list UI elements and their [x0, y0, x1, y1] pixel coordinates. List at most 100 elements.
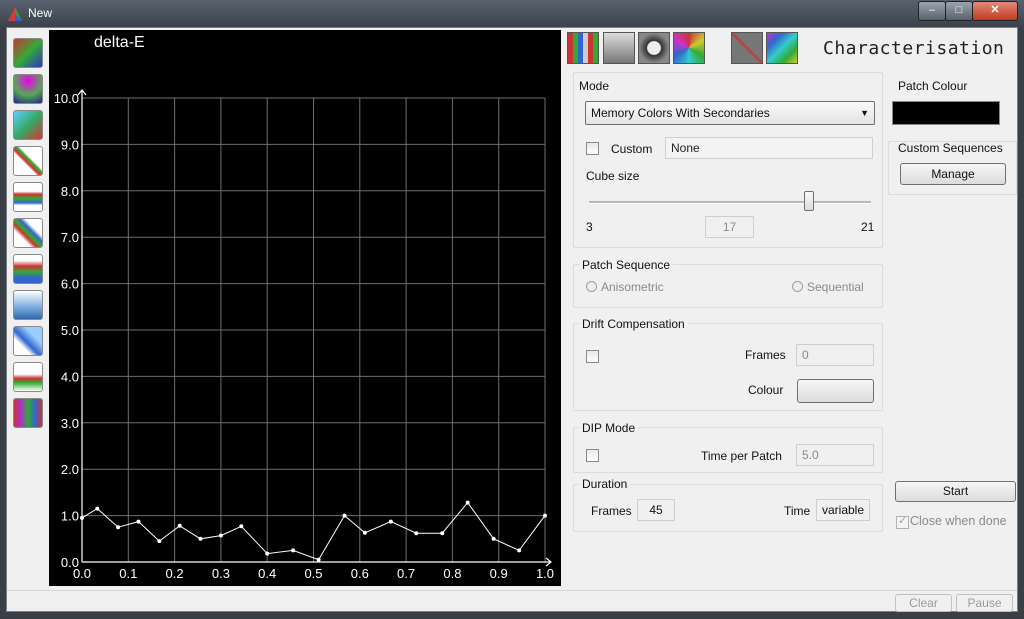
app-window: New ‒ □ ✕ delta-E 0.0 0.1 0.2 0.3 0.4 0.5 0.6 0… — [0, 0, 1024, 619]
patch-colour-label: Patch Colour — [898, 79, 968, 93]
data-point — [388, 519, 393, 524]
cube-tool-button[interactable] — [13, 110, 43, 140]
drift-frames-field[interactable]: 0 — [796, 344, 874, 366]
drift-colour-button[interactable] — [797, 379, 874, 403]
cube-size-slider-track[interactable] — [589, 201, 871, 204]
window-title: New — [28, 6, 53, 20]
anisometric-radio[interactable] — [586, 281, 597, 292]
title-bar[interactable]: New ‒ □ ✕ — [0, 0, 1024, 27]
drift-compensation-checkbox[interactable] — [586, 350, 599, 363]
x-tick-label: 0.5 — [304, 566, 322, 581]
close-when-done-checkbox[interactable]: ✓ — [896, 515, 909, 529]
mode-select-value: Memory Colors With Secondaries — [591, 106, 770, 120]
close-when-done-label: Close when done — [910, 514, 1007, 528]
data-point — [362, 530, 367, 535]
y-tick-label: 3.0 — [61, 416, 79, 431]
data-point — [342, 513, 347, 518]
panel-title: Characterisation — [823, 38, 1005, 59]
clear-button-label: Clear — [909, 596, 938, 610]
duration-time-label: Time — [784, 504, 811, 518]
data-point — [291, 548, 296, 553]
crossed-tools-button[interactable] — [731, 32, 763, 64]
x-tick-label: 0.6 — [351, 566, 369, 581]
grid-layer — [81, 97, 546, 563]
dip-mode-checkbox[interactable] — [586, 449, 599, 462]
x-tick-label: 1.0 — [536, 566, 554, 581]
custom-sequence-field[interactable]: None — [665, 137, 873, 159]
cube-size-value-field: 17 — [705, 216, 754, 238]
chart-title: delta-E — [94, 34, 145, 51]
duration-frames-value: 45 — [649, 503, 663, 517]
x-tick-label: 0.9 — [490, 566, 508, 581]
time-per-patch-value: 5.0 — [802, 448, 819, 462]
y-tick-label: 5.0 — [61, 323, 79, 338]
rgb-balance-tool-button[interactable] — [13, 254, 43, 284]
y-tick-label: 6.0 — [61, 277, 79, 292]
close-button[interactable]: ✕ — [972, 1, 1018, 21]
calibration-patches-button[interactable] — [567, 32, 599, 64]
bottom-bar: Clear Pause — [7, 590, 1017, 613]
maximize-button[interactable]: □ — [945, 1, 973, 21]
x-tick-label: 0.8 — [443, 566, 461, 581]
y-tick-label: 0.0 — [61, 555, 79, 570]
cube-size-slider-thumb[interactable] — [803, 191, 814, 211]
custom-checkbox[interactable] — [586, 142, 599, 155]
tone-curve-tool-button[interactable] — [13, 146, 43, 176]
start-button[interactable]: Start — [895, 481, 1016, 502]
manage-button-label: Manage — [931, 167, 975, 181]
cube-size-min: 3 — [586, 220, 593, 234]
time-per-patch-field[interactable]: 5.0 — [796, 444, 874, 466]
chevron-down-icon: ▼ — [860, 108, 869, 118]
data-point — [198, 536, 203, 541]
pause-button[interactable]: Pause — [956, 594, 1013, 612]
data-point — [316, 557, 321, 562]
mode-group-label: Mode — [579, 79, 610, 93]
duration-label: Duration — [579, 477, 631, 491]
axis-layer — [77, 89, 552, 567]
luminance-tool-button[interactable] — [13, 290, 43, 320]
sequential-label: Sequential — [807, 280, 864, 294]
gradient-tool-button[interactable] — [13, 218, 43, 248]
gamma-tool-button[interactable] — [13, 326, 43, 356]
custom-label: Custom — [611, 142, 653, 156]
data-point — [95, 506, 100, 511]
x-tick-label: 0.3 — [212, 566, 230, 581]
start-button-label: Start — [942, 484, 969, 498]
triangle-gamut-tool-button[interactable] — [13, 38, 43, 68]
pause-button-label: Pause — [967, 596, 1002, 610]
y-tick-label: 2.0 — [61, 462, 79, 477]
anisometric-label: Anisometric — [601, 280, 664, 294]
data-point — [517, 548, 522, 553]
data-point — [239, 524, 244, 529]
chart-svg: delta-E 0.0 0.1 0.2 0.3 0.4 0.5 0.6 0.7 0.8 0.9 1.… — [54, 34, 554, 581]
sequential-radio[interactable] — [792, 281, 803, 292]
custom-sequences-label: Custom Sequences — [898, 141, 1003, 155]
cube-size-label: Cube size — [586, 169, 640, 183]
saturation-tool-button[interactable] — [13, 362, 43, 392]
drift-compensation-label: Drift Compensation — [579, 317, 688, 331]
rgb-curves-tool-button[interactable] — [13, 182, 43, 212]
color-wheel-button[interactable] — [673, 32, 705, 64]
x-tick-label: 0.1 — [119, 566, 137, 581]
color-gradient-button[interactable] — [766, 32, 798, 64]
clear-button[interactable]: Clear — [895, 594, 952, 612]
spectrum-tool-button[interactable] — [13, 398, 43, 428]
y-tick-label: 10.0 — [54, 91, 79, 106]
mode-select[interactable]: Memory Colors With Secondaries ▼ — [585, 101, 875, 125]
duration-time-value: variable — [822, 503, 865, 517]
patch-colour-swatch — [892, 101, 1000, 125]
manage-button[interactable]: Manage — [900, 163, 1006, 185]
duration-frames-label: Frames — [591, 504, 632, 518]
duration-frames-field: 45 — [637, 499, 675, 521]
y-tick-label: 1.0 — [61, 509, 79, 524]
close-icon: ✕ — [990, 4, 1000, 16]
film-reel-button[interactable] — [638, 32, 670, 64]
main-client-area: delta-E 0.0 0.1 0.2 0.3 0.4 0.5 0.6 0.7 0.8 0.9 1.… — [6, 27, 1018, 612]
minimize-button[interactable]: ‒ — [918, 1, 946, 21]
data-point — [465, 500, 470, 505]
y-tick-label: 8.0 — [61, 184, 79, 199]
measure-probe-button[interactable] — [603, 32, 635, 64]
gamut-volume-tool-button[interactable] — [13, 74, 43, 104]
y-tick-label: 4.0 — [61, 369, 79, 384]
drift-colour-label: Colour — [748, 383, 784, 397]
